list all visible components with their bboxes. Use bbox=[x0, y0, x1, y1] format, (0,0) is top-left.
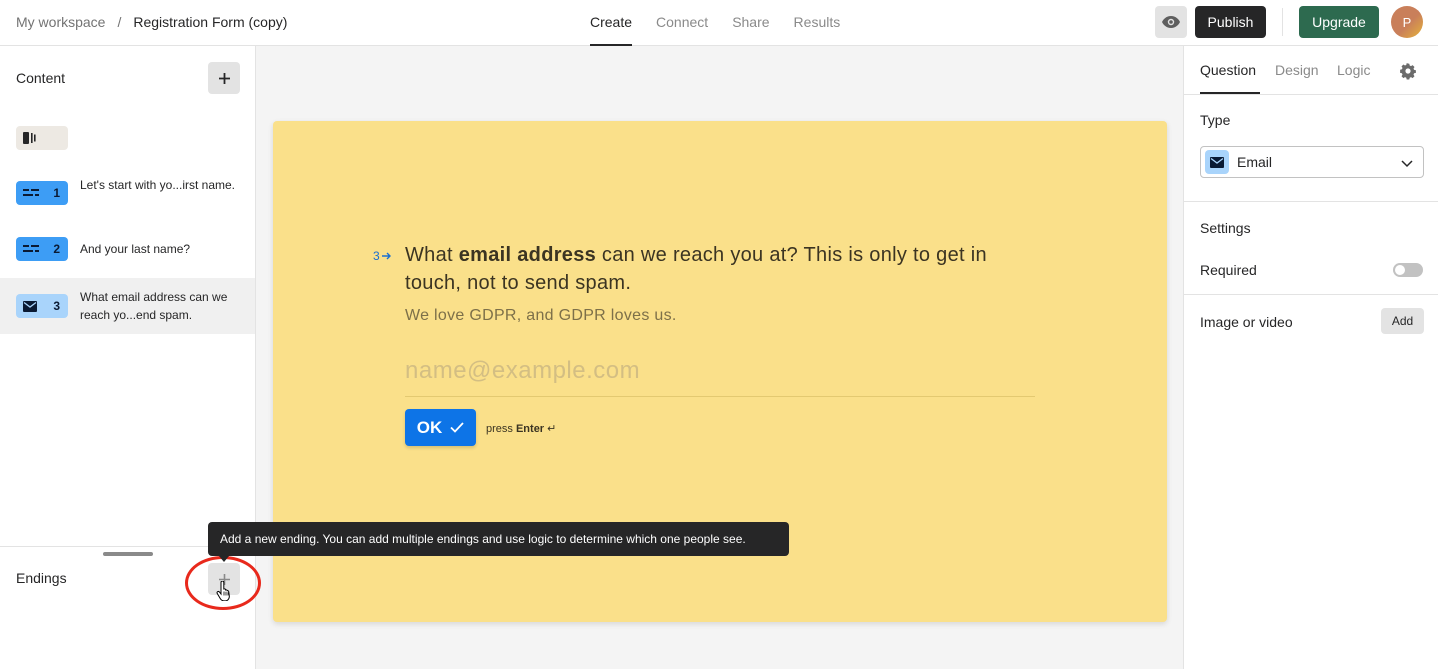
publish-button[interactable]: Publish bbox=[1195, 6, 1266, 38]
question-item-3[interactable]: 3 What email address can we reach yo...e… bbox=[0, 278, 255, 334]
add-media-button[interactable]: Add bbox=[1381, 308, 1424, 334]
plus-icon bbox=[218, 72, 230, 84]
section-divider bbox=[1184, 294, 1438, 295]
tooltip-arrow bbox=[219, 556, 229, 562]
settings-label: Settings bbox=[1200, 220, 1251, 236]
active-tab-indicator bbox=[1200, 92, 1260, 94]
welcome-screen-item[interactable] bbox=[16, 126, 68, 150]
required-toggle[interactable] bbox=[1393, 263, 1423, 277]
press-enter-hint: press Enter ↵ bbox=[486, 423, 557, 435]
question-type-value: Email bbox=[1237, 154, 1273, 170]
image-or-video-label: Image or video bbox=[1200, 314, 1293, 330]
panel-tabs: Question Design Logic bbox=[1184, 46, 1438, 95]
ok-button[interactable]: OK bbox=[405, 409, 476, 446]
tab-logic[interactable]: Logic bbox=[1337, 62, 1370, 78]
email-answer-field[interactable]: name@example.com bbox=[405, 357, 1035, 397]
section-divider bbox=[1184, 201, 1438, 202]
upgrade-button[interactable]: Upgrade bbox=[1299, 6, 1379, 38]
header-divider bbox=[1282, 8, 1283, 36]
question-badge: 3 bbox=[16, 294, 68, 318]
gear-icon[interactable] bbox=[1399, 62, 1417, 80]
tab-question[interactable]: Question bbox=[1200, 62, 1256, 78]
question-item-2[interactable]: 2 And your last name? bbox=[0, 222, 255, 278]
content-sidebar: Content 1 Let's start with yo...irst nam… bbox=[0, 46, 261, 669]
question-item-1[interactable]: 1 Let's start with yo...irst name. bbox=[0, 165, 255, 221]
question-number: 2 bbox=[53, 242, 60, 256]
arrow-right-icon bbox=[381, 252, 391, 260]
question-item-text: And your last name? bbox=[80, 242, 191, 256]
tab-create[interactable]: Create bbox=[590, 0, 633, 46]
eye-icon bbox=[1162, 16, 1180, 28]
welcome-screen-icon bbox=[23, 132, 36, 144]
short-text-icon bbox=[23, 245, 39, 252]
question-type-dropdown[interactable]: Email bbox=[1200, 146, 1424, 178]
question-number-value: 3 bbox=[373, 249, 380, 263]
resize-handle[interactable] bbox=[103, 552, 153, 556]
checkmark-icon bbox=[450, 422, 464, 433]
question-settings-panel: Question Design Logic Type Email Setting… bbox=[1183, 46, 1438, 669]
envelope-icon bbox=[1205, 150, 1229, 174]
required-label: Required bbox=[1200, 262, 1257, 278]
content-title: Content bbox=[16, 70, 66, 86]
add-question-button[interactable] bbox=[208, 62, 240, 94]
add-ending-tooltip: Add a new ending. You can add multiple e… bbox=[208, 522, 789, 556]
breadcrumb-workspace-link[interactable]: My workspace bbox=[16, 14, 105, 30]
avatar[interactable]: P bbox=[1391, 6, 1423, 38]
breadcrumb: My workspace / Registration Form (copy) bbox=[16, 14, 287, 30]
breadcrumb-separator: / bbox=[117, 14, 122, 30]
short-text-icon bbox=[23, 189, 39, 196]
question-badge: 1 bbox=[16, 181, 68, 205]
main-nav: Create Connect Share Results bbox=[590, 0, 840, 46]
question-badge: 2 bbox=[16, 237, 68, 261]
question-title[interactable]: What email address can we reach you at? … bbox=[405, 241, 1025, 297]
tab-connect[interactable]: Connect bbox=[656, 0, 708, 46]
preview-button[interactable] bbox=[1155, 6, 1187, 38]
enter-key-icon: ↵ bbox=[547, 423, 557, 435]
tab-design[interactable]: Design bbox=[1275, 62, 1319, 78]
breadcrumb-form-name[interactable]: Registration Form (copy) bbox=[133, 14, 287, 30]
ok-button-label: OK bbox=[416, 417, 443, 437]
hand-cursor-icon bbox=[216, 581, 230, 601]
question-number-label: 3 bbox=[373, 249, 392, 263]
question-number: 1 bbox=[53, 186, 60, 200]
tab-results[interactable]: Results bbox=[794, 0, 841, 46]
endings-section: Endings bbox=[0, 546, 261, 669]
question-description[interactable]: We love GDPR, and GDPR loves us. bbox=[405, 307, 677, 325]
top-bar: My workspace / Registration Form (copy) … bbox=[0, 0, 1438, 46]
question-item-text: What email address can we reach yo...end… bbox=[80, 290, 228, 322]
question-item-text: Let's start with yo...irst name. bbox=[80, 178, 236, 192]
endings-title: Endings bbox=[16, 570, 67, 586]
question-number: 3 bbox=[53, 299, 60, 313]
tab-share[interactable]: Share bbox=[732, 0, 769, 46]
type-label: Type bbox=[1200, 112, 1231, 128]
chevron-down-icon bbox=[1401, 160, 1413, 168]
envelope-icon bbox=[23, 300, 37, 312]
